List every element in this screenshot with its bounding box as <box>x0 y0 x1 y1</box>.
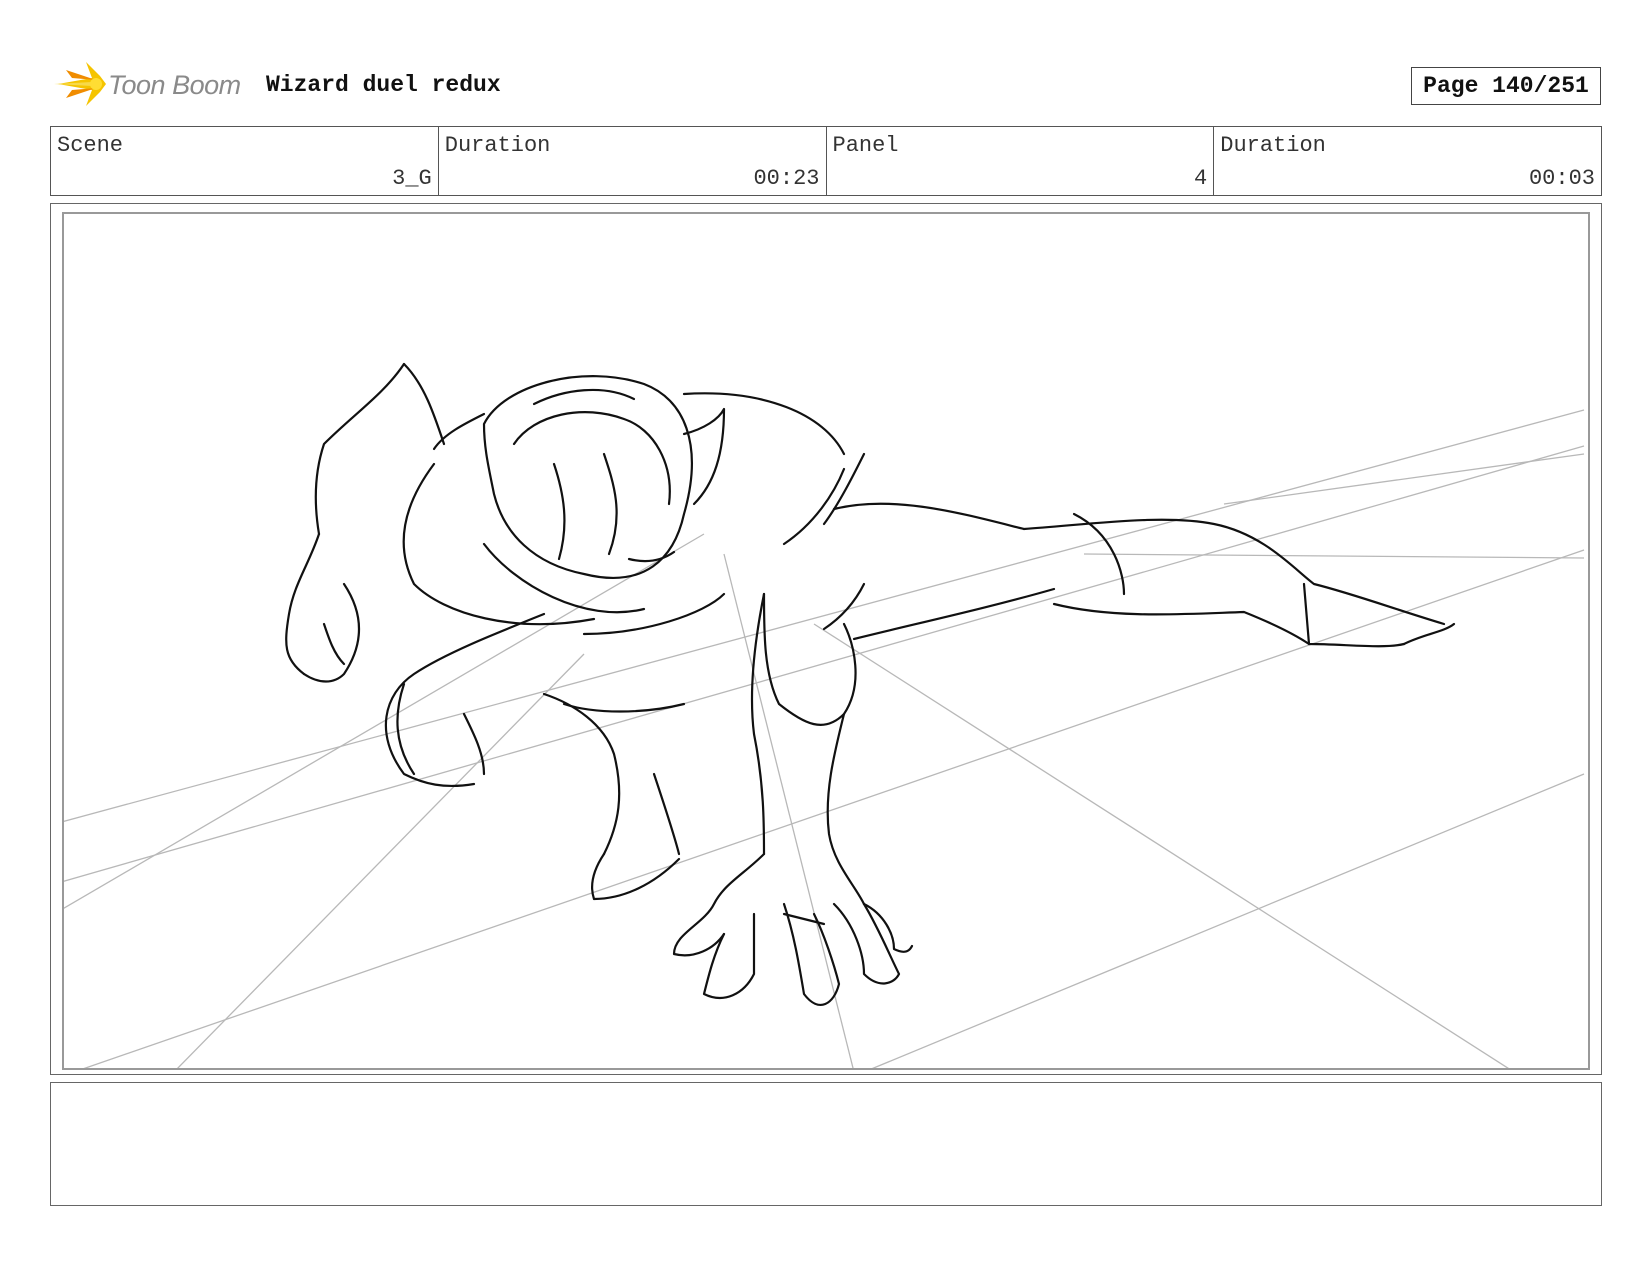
storyboard-panel <box>50 203 1602 1075</box>
page-number: Page 140/251 <box>1423 73 1589 99</box>
scene-duration-cell: Duration 00:23 <box>439 127 827 195</box>
starburst-icon <box>54 62 106 106</box>
scene-cell: Scene 3_G <box>51 127 439 195</box>
info-bar: Scene 3_G Duration 00:23 Panel 4 Duratio… <box>50 126 1602 196</box>
project-title: Wizard duel redux <box>266 72 501 98</box>
scene-duration-label: Duration <box>444 133 551 158</box>
panel-label: Panel <box>832 133 899 158</box>
panel-duration-label: Duration <box>1220 133 1326 158</box>
brand-name: Toon Boom <box>108 70 241 100</box>
panel-image-frame <box>62 212 1590 1070</box>
sketch-drawing <box>64 362 1585 1068</box>
scene-duration-value: 00:23 <box>753 166 820 191</box>
character-sketch <box>285 362 1456 1006</box>
panel-duration-value: 00:03 <box>1528 166 1595 191</box>
panel-cell: Panel 4 <box>827 127 1215 195</box>
scene-value: 3_G <box>392 166 432 191</box>
panel-notes-box <box>50 1082 1602 1206</box>
panel-duration-cell: Duration 00:03 <box>1214 127 1601 195</box>
panel-value: 4 <box>1194 166 1208 191</box>
scene-label: Scene <box>57 133 124 158</box>
page-number-box: Page 140/251 <box>1411 67 1601 105</box>
perspective-guides <box>64 409 1585 1068</box>
